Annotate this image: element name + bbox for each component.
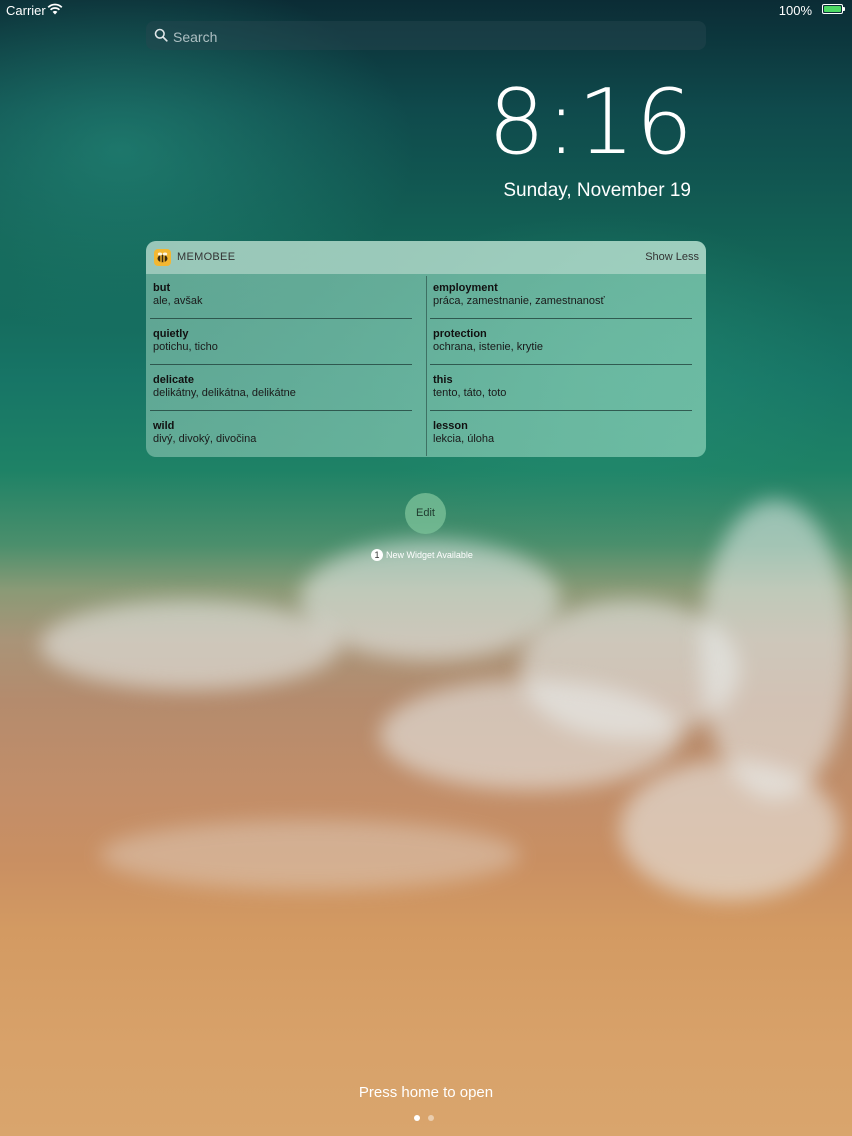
wave-foam bbox=[620, 760, 840, 900]
word-entry[interactable]: delicate delikátny, delikátna, delikátne bbox=[146, 366, 412, 411]
new-widget-text: New Widget Available bbox=[386, 550, 473, 560]
wifi-icon bbox=[47, 3, 63, 15]
row-divider bbox=[430, 318, 692, 319]
new-widget-count-badge: 1 bbox=[371, 549, 383, 561]
wave-foam bbox=[700, 500, 850, 800]
show-less-button[interactable]: Show Less bbox=[645, 251, 699, 263]
word-grid: but ale, avšak employment práca, zamestn… bbox=[146, 274, 706, 457]
row-divider bbox=[150, 364, 412, 365]
wave-foam bbox=[40, 600, 340, 690]
page-dot-active[interactable] bbox=[414, 1115, 420, 1121]
wave-foam bbox=[100, 820, 520, 890]
status-bar: Carrier 100% bbox=[0, 0, 852, 20]
search-input[interactable] bbox=[171, 21, 695, 52]
word-entry[interactable]: quietly potichu, ticho bbox=[146, 320, 412, 365]
entry-word: delicate bbox=[153, 374, 194, 386]
entry-translation: divý, divoký, divočina bbox=[153, 433, 257, 445]
entry-word: protection bbox=[433, 328, 487, 340]
entry-translation: delikátny, delikátna, delikátne bbox=[153, 387, 296, 399]
memobee-widget[interactable]: MEMOBEE Show Less but ale, avšak employm… bbox=[146, 241, 706, 457]
entry-translation: ochrana, istenie, krytie bbox=[433, 341, 544, 353]
search-bar[interactable] bbox=[146, 21, 706, 52]
word-entry[interactable]: this tento, táto, toto bbox=[426, 366, 692, 411]
entry-word: wild bbox=[153, 420, 175, 432]
widget-app-name: MEMOBEE bbox=[177, 251, 236, 263]
widget-header: MEMOBEE Show Less bbox=[146, 241, 706, 274]
entry-word: quietly bbox=[153, 328, 189, 340]
entry-translation: lekcia, úloha bbox=[433, 433, 495, 445]
edit-widgets-button[interactable]: Edit bbox=[405, 493, 446, 534]
row-divider bbox=[150, 410, 412, 411]
word-entry[interactable]: protection ochrana, istenie, krytie bbox=[426, 320, 692, 365]
word-entry[interactable]: wild divý, divoký, divočina bbox=[146, 412, 412, 457]
entry-translation: tento, táto, toto bbox=[433, 387, 507, 399]
battery-percent: 100% bbox=[778, 3, 812, 18]
battery-icon bbox=[822, 4, 845, 14]
entry-translation: potichu, ticho bbox=[153, 341, 218, 353]
row-divider bbox=[430, 410, 692, 411]
lock-screen-date: Sunday, November 19 bbox=[503, 180, 691, 201]
search-icon bbox=[154, 28, 168, 42]
entry-word: employment bbox=[433, 282, 498, 294]
wave-foam bbox=[380, 680, 680, 790]
entry-word: this bbox=[433, 374, 453, 386]
entry-word: but bbox=[153, 282, 171, 294]
entry-translation: ale, avšak bbox=[153, 295, 203, 307]
word-entry[interactable]: but ale, avšak bbox=[146, 274, 412, 319]
new-widget-notice[interactable]: 1 New Widget Available bbox=[371, 549, 473, 563]
lock-screen-time: 8:16 bbox=[487, 70, 694, 175]
page-dot[interactable] bbox=[428, 1115, 434, 1121]
entry-translation: práca, zamestnanie, zamestnanosť bbox=[433, 295, 605, 307]
memobee-app-icon bbox=[154, 249, 171, 266]
press-home-hint: Press home to open bbox=[358, 1084, 494, 1101]
entry-word: lesson bbox=[433, 420, 468, 432]
row-divider bbox=[150, 318, 412, 319]
word-entry[interactable]: lesson lekcia, úloha bbox=[426, 412, 692, 457]
carrier-label: Carrier bbox=[6, 3, 46, 18]
row-divider bbox=[430, 364, 692, 365]
word-entry[interactable]: employment práca, zamestnanie, zamestnan… bbox=[426, 274, 692, 319]
